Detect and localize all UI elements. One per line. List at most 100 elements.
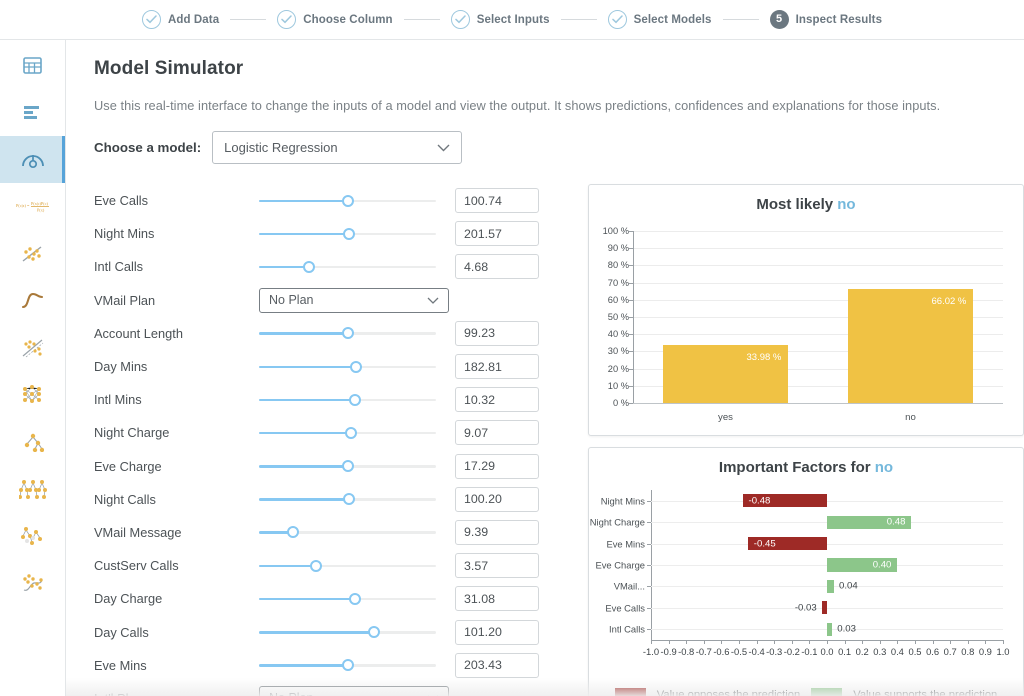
input-value-field[interactable]: 201.57 xyxy=(455,221,539,246)
input-value-field[interactable]: 31.08 xyxy=(455,586,539,611)
page-description: Use this real-time interface to change t… xyxy=(94,98,1024,113)
sidebar-item-k-nearest-neighbors[interactable] xyxy=(0,559,65,606)
step-add-data[interactable]: Add Data xyxy=(142,10,219,29)
input-slider[interactable] xyxy=(259,525,436,539)
knn-scatter-icon xyxy=(21,573,45,593)
input-value-field[interactable]: 3.57 xyxy=(455,553,539,578)
x-axis-tick xyxy=(933,640,934,644)
factor-label: Intl Calls xyxy=(609,624,651,635)
factor-value-label: -0.48 xyxy=(749,495,771,506)
input-row: Day Calls101.20 xyxy=(94,615,574,648)
slider-handle[interactable] xyxy=(349,593,361,605)
input-slider[interactable] xyxy=(259,227,436,241)
slider-handle[interactable] xyxy=(342,659,354,671)
step-inspect-results[interactable]: 5Inspect Results xyxy=(770,10,883,29)
x-axis-tick-label: 0.8 xyxy=(961,646,974,657)
input-value-field[interactable]: 100.20 xyxy=(455,487,539,512)
sidebar-item-support-vector-machine[interactable] xyxy=(0,324,65,371)
model-select[interactable]: Logistic Regression xyxy=(212,131,462,164)
input-value-field[interactable]: 182.81 xyxy=(455,354,539,379)
slider-handle[interactable] xyxy=(287,526,299,538)
step-select-inputs[interactable]: Select Inputs xyxy=(451,10,550,29)
step-choose-column[interactable]: Choose Column xyxy=(277,10,392,29)
input-value-field[interactable]: 100.74 xyxy=(455,188,539,213)
sidebar-item-gradient-boosting[interactable] xyxy=(0,512,65,559)
slider-handle[interactable] xyxy=(342,327,354,339)
slider-handle[interactable] xyxy=(368,626,380,638)
input-row: Account Length99.23 xyxy=(94,317,574,350)
legend-label-negative: Value opposes the prediction xyxy=(657,689,800,696)
slider-handle[interactable] xyxy=(343,228,355,240)
x-axis-tick-label: 0.1 xyxy=(838,646,851,657)
input-slider[interactable] xyxy=(259,326,436,340)
input-value-field[interactable]: 101.20 xyxy=(455,620,539,645)
slider-fill xyxy=(259,565,316,568)
svg-text:P(x): P(x) xyxy=(37,207,45,212)
prediction-card: Most likely no 0 %10 %20 %30 %40 %50 %60… xyxy=(588,184,1024,436)
sidebar-item-linear-regression[interactable] xyxy=(0,230,65,277)
sidebar-item-logistic-regression[interactable] xyxy=(0,277,65,324)
legend-swatch-positive xyxy=(811,688,842,696)
sidebar-item-data-table[interactable] xyxy=(0,42,65,89)
input-slider[interactable] xyxy=(259,625,436,639)
sidebar-item-random-forest[interactable] xyxy=(0,465,65,512)
input-value-field[interactable]: 17.29 xyxy=(455,454,539,479)
slider-handle[interactable] xyxy=(342,195,354,207)
input-slider[interactable] xyxy=(259,426,436,440)
x-axis-tick xyxy=(985,640,986,644)
x-axis-tick xyxy=(686,640,687,644)
sidebar-item-naive-bayes[interactable]: P(c|x) =P(x|c)P(c)P(x) xyxy=(0,183,65,230)
slider-fill xyxy=(259,498,349,501)
plot-area: Night Mins-0.48Night Charge0.48Eve Mins-… xyxy=(651,490,1003,640)
input-label: Day Charge xyxy=(94,591,259,606)
input-slider[interactable] xyxy=(259,393,436,407)
decision-tree-icon xyxy=(22,432,44,452)
sidebar-item-neural-network[interactable] xyxy=(0,371,65,418)
slider-handle[interactable] xyxy=(310,560,322,572)
input-slider[interactable] xyxy=(259,260,436,274)
input-value-field[interactable]: 9.07 xyxy=(455,420,539,445)
input-slider[interactable] xyxy=(259,658,436,672)
input-label: Intl Mins xyxy=(94,392,259,407)
sidebar-item-column-summary[interactable] xyxy=(0,89,65,136)
sidebar-item-decision-tree[interactable] xyxy=(0,418,65,465)
slider-handle[interactable] xyxy=(343,493,355,505)
input-value-field[interactable]: 10.32 xyxy=(455,387,539,412)
input-value-field[interactable]: 99.23 xyxy=(455,321,539,346)
input-plan-select[interactable]: No Plan xyxy=(259,288,449,313)
x-axis-tick-label: -0.1 xyxy=(801,646,817,657)
input-value-field[interactable]: 203.43 xyxy=(455,653,539,678)
input-slider[interactable] xyxy=(259,360,436,374)
factor-value-label: -0.03 xyxy=(795,602,817,613)
factors-card: Important Factors for no Night Mins-0.48… xyxy=(588,447,1024,696)
x-axis-tick-label: -0.2 xyxy=(784,646,800,657)
input-slider[interactable] xyxy=(259,592,436,606)
slider-handle[interactable] xyxy=(350,361,362,373)
slider-handle[interactable] xyxy=(342,460,354,472)
input-label: Intl Calls xyxy=(94,259,259,274)
input-slider[interactable] xyxy=(259,194,436,208)
input-slider[interactable] xyxy=(259,559,436,573)
factor-bar xyxy=(827,580,834,593)
slider-fill xyxy=(259,366,356,369)
sidebar-item-model-simulator[interactable] xyxy=(0,136,65,183)
slider-handle[interactable] xyxy=(349,394,361,406)
sigmoid-curve-icon xyxy=(21,291,44,310)
x-axis-tick xyxy=(827,640,828,644)
input-value-field[interactable]: 4.68 xyxy=(455,254,539,279)
input-slider[interactable] xyxy=(259,492,436,506)
chevron-down-icon xyxy=(427,293,439,307)
input-row: CustServ Calls3.57 xyxy=(94,549,574,582)
input-value-field[interactable]: 9.39 xyxy=(455,520,539,545)
factor-label: Eve Mins xyxy=(606,538,651,549)
prediction-title-value: no xyxy=(837,196,855,213)
input-slider[interactable] xyxy=(259,459,436,473)
inputs-column: Eve Calls100.74Night Mins201.57Intl Call… xyxy=(94,184,574,696)
input-label: Night Mins xyxy=(94,226,259,241)
x-axis-tick-label: 1.0 xyxy=(996,646,1009,657)
x-axis-tick-label: 0.7 xyxy=(944,646,957,657)
input-plan-select[interactable]: No Plan xyxy=(259,686,449,696)
slider-handle[interactable] xyxy=(345,427,357,439)
slider-handle[interactable] xyxy=(303,261,315,273)
step-select-models[interactable]: Select Models xyxy=(608,10,712,29)
